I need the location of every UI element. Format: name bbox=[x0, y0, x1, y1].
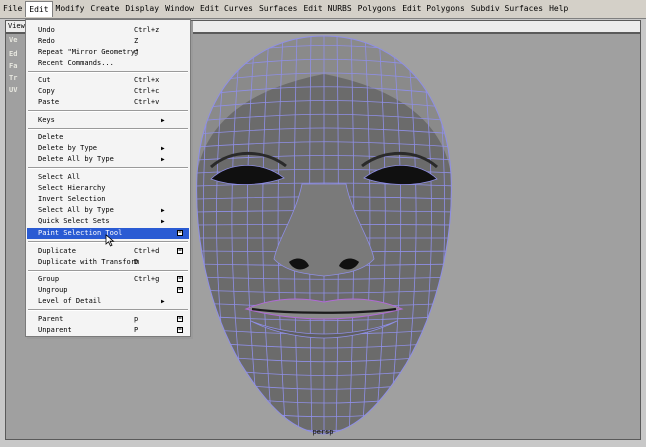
menu-surfaces[interactable]: Surfaces bbox=[256, 1, 301, 17]
menu-item-redo[interactable]: Redo Z bbox=[27, 36, 189, 47]
menu-item-label: Quick Select Sets bbox=[38, 217, 110, 225]
menu-item-shortcut: Z bbox=[134, 37, 139, 45]
menu-item-group[interactable]: Group Ctrl+g bbox=[27, 274, 189, 285]
menu-item-shortcut: Ctrl+v bbox=[134, 98, 160, 106]
menu-item-unparent[interactable]: Unparent P bbox=[27, 325, 189, 336]
panel-side-label: UV bbox=[9, 86, 18, 94]
menu-polygons[interactable]: Polygons bbox=[355, 1, 400, 17]
menu-item-label: Delete All by Type bbox=[38, 155, 114, 163]
menu-edit[interactable]: Edit bbox=[25, 1, 53, 17]
menu-item-label: Unparent bbox=[38, 326, 72, 334]
menu-item-label: Select All by Type bbox=[38, 206, 114, 214]
menu-separator bbox=[28, 110, 188, 112]
menu-item-delete-all-by-type[interactable]: Delete All by Type ▶ bbox=[27, 154, 189, 165]
menu-item-label: Level of Detail bbox=[38, 297, 102, 305]
menu-separator bbox=[28, 167, 188, 169]
panel-side-label: Fa bbox=[9, 62, 18, 70]
menu-item-label: Delete by Type bbox=[38, 144, 98, 152]
panel-side-label: Tr bbox=[9, 74, 18, 82]
menu-item-recent-commands[interactable]: Recent Commands... bbox=[27, 58, 189, 69]
menu-item-keys[interactable]: Keys ▶ bbox=[27, 115, 189, 126]
option-box-icon[interactable] bbox=[177, 248, 183, 254]
menu-item-label: Invert Selection bbox=[38, 195, 106, 203]
option-box-icon[interactable] bbox=[177, 327, 183, 333]
option-box-icon[interactable] bbox=[177, 276, 183, 282]
menu-item-label: Redo bbox=[38, 37, 55, 45]
menu-display[interactable]: Display bbox=[122, 1, 162, 17]
menu-item-duplicate[interactable]: Duplicate Ctrl+d bbox=[27, 246, 189, 257]
menu-item-shortcut: P bbox=[134, 326, 139, 334]
menu-item-ungroup[interactable]: Ungroup bbox=[27, 285, 189, 296]
menu-separator bbox=[28, 71, 188, 73]
menu-item-duplicate-with-transform[interactable]: Duplicate with Transform D bbox=[27, 257, 189, 268]
menu-create[interactable]: Create bbox=[87, 1, 122, 17]
menu-item-label: Repeat "Mirror Geometry" bbox=[38, 48, 140, 56]
menu-item-invert-selection[interactable]: Invert Selection bbox=[27, 194, 189, 205]
menu-edit-polygons[interactable]: Edit Polygons bbox=[399, 1, 468, 17]
menu-item-label: Select All bbox=[38, 173, 81, 181]
menu-subdiv-surfaces[interactable]: Subdiv Surfaces bbox=[468, 1, 546, 17]
menu-item-label: Select Hierarchy bbox=[38, 184, 106, 192]
submenu-arrow-icon: ▶ bbox=[161, 145, 165, 152]
menu-item-label: Parent bbox=[38, 315, 64, 323]
menu-item-label: Keys bbox=[38, 116, 55, 124]
menu-separator bbox=[28, 270, 188, 272]
menu-help[interactable]: Help bbox=[546, 1, 571, 17]
option-box-icon[interactable] bbox=[177, 230, 183, 236]
mouse-cursor-icon bbox=[105, 234, 115, 247]
menu-item-undo[interactable]: Undo Ctrl+z bbox=[27, 25, 189, 36]
option-box-icon[interactable] bbox=[177, 316, 183, 322]
submenu-arrow-icon: ▶ bbox=[161, 218, 165, 225]
submenu-arrow-icon: ▶ bbox=[161, 298, 165, 305]
menu-item-level-of-detail[interactable]: Level of Detail ▶ bbox=[27, 296, 189, 307]
menu-item-paste[interactable]: Paste Ctrl+v bbox=[27, 97, 189, 108]
menu-item-label: Recent Commands... bbox=[38, 59, 114, 67]
menu-item-delete[interactable]: Delete bbox=[27, 132, 189, 143]
option-box-icon[interactable] bbox=[177, 287, 183, 293]
menu-item-shortcut: Ctrl+x bbox=[134, 76, 160, 84]
menu-item-shortcut: Ctrl+d bbox=[134, 247, 160, 255]
menu-edit-curves[interactable]: Edit Curves bbox=[197, 1, 256, 17]
submenu-arrow-icon: ▶ bbox=[161, 117, 165, 124]
main-menubar: File Edit Modify Create Display Window E… bbox=[0, 0, 646, 19]
menu-item-repeat[interactable]: Repeat "Mirror Geometry" g bbox=[27, 47, 189, 58]
menu-item-select-hierarchy[interactable]: Select Hierarchy bbox=[27, 183, 189, 194]
menu-item-label: Duplicate bbox=[38, 247, 76, 255]
menu-item-label: Ungroup bbox=[38, 286, 68, 294]
menu-item-shortcut: D bbox=[134, 258, 139, 266]
edit-menu-dropdown: Undo Ctrl+z Redo Z Repeat "Mirror Geometry… bbox=[25, 19, 191, 337]
menu-item-delete-by-type[interactable]: Delete by Type ▶ bbox=[27, 143, 189, 154]
submenu-arrow-icon: ▶ bbox=[161, 156, 165, 163]
menu-item-label: Duplicate with Transform bbox=[38, 258, 140, 266]
view-axis-icon bbox=[16, 437, 30, 440]
menu-item-shortcut: Ctrl+z bbox=[134, 26, 160, 34]
menu-separator bbox=[28, 309, 188, 311]
menu-edit-nurbs[interactable]: Edit NURBS bbox=[300, 1, 354, 17]
menu-item-copy[interactable]: Copy Ctrl+c bbox=[27, 86, 189, 97]
menu-item-label: Paste bbox=[38, 98, 60, 106]
panel-side-label: Ed bbox=[9, 50, 18, 58]
menu-modify[interactable]: Modify bbox=[53, 1, 88, 17]
menu-item-label: Group bbox=[38, 275, 60, 283]
menu-item-select-all[interactable]: Select All bbox=[27, 172, 189, 183]
menu-item-label: Cut bbox=[38, 76, 51, 84]
menu-item-label: Delete bbox=[38, 133, 64, 141]
menu-item-shortcut: g bbox=[134, 48, 139, 56]
menu-item-quick-select-sets[interactable]: Quick Select Sets ▶ bbox=[27, 216, 189, 227]
menu-item-shortcut: Ctrl+g bbox=[134, 275, 160, 283]
menu-item-label: Undo bbox=[38, 26, 55, 34]
menu-item-label: Copy bbox=[38, 87, 55, 95]
menu-separator bbox=[28, 128, 188, 130]
camera-name-label: persp bbox=[312, 428, 334, 436]
panel-side-label: Ve bbox=[9, 36, 18, 44]
menu-item-shortcut: p bbox=[134, 315, 139, 323]
menu-item-parent[interactable]: Parent p bbox=[27, 314, 189, 325]
menu-file[interactable]: File bbox=[0, 1, 25, 17]
submenu-arrow-icon: ▶ bbox=[161, 207, 165, 214]
menu-item-shortcut: Ctrl+c bbox=[134, 87, 160, 95]
menu-window[interactable]: Window bbox=[162, 1, 197, 17]
menu-item-select-all-by-type[interactable]: Select All by Type ▶ bbox=[27, 205, 189, 216]
menu-item-cut[interactable]: Cut Ctrl+x bbox=[27, 75, 189, 86]
panel-menu-view[interactable]: View bbox=[8, 21, 25, 32]
